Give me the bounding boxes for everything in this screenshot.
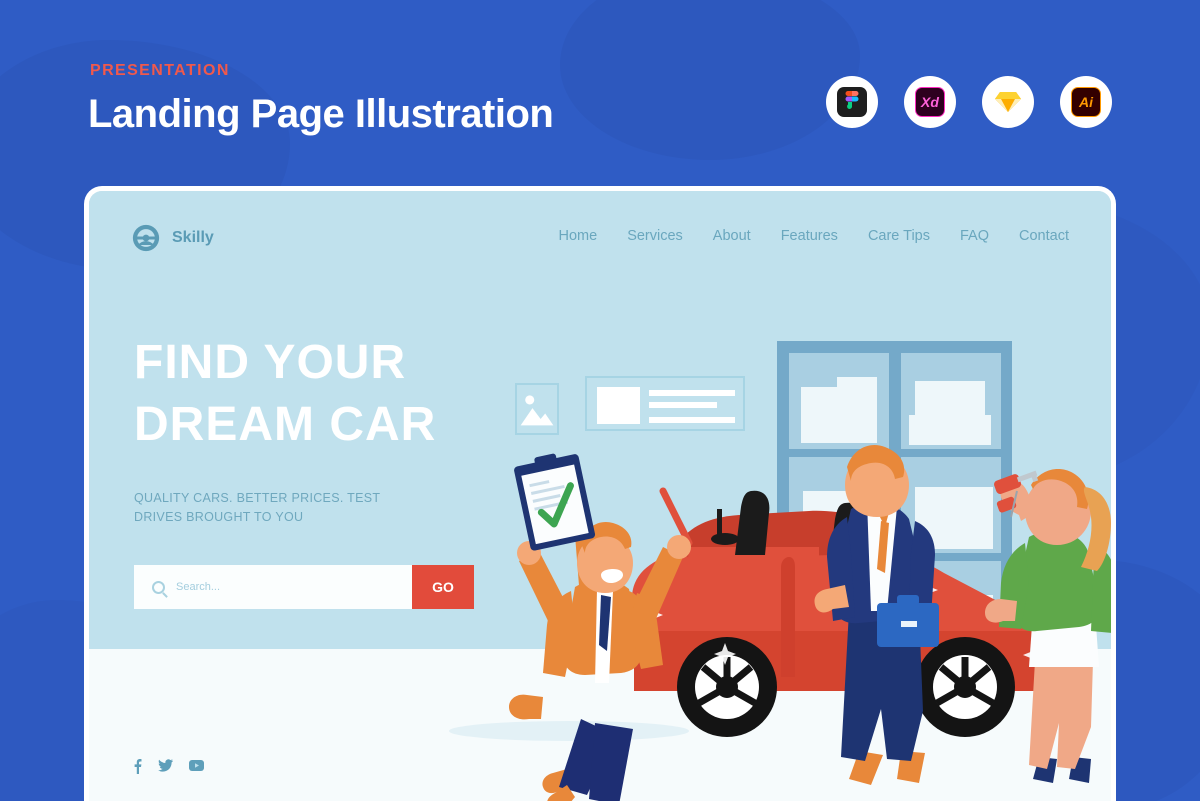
nav-item-faq[interactable]: FAQ <box>960 228 989 244</box>
badge-adobe-xd[interactable]: Xd <box>904 76 956 128</box>
badge-adobe-illustrator[interactable]: Ai <box>1060 76 1112 128</box>
nav-item-services[interactable]: Services <box>627 228 683 244</box>
facebook-icon[interactable] <box>133 759 142 777</box>
image-placeholder-icon <box>515 383 559 435</box>
nav-item-care-tips[interactable]: Care Tips <box>868 228 930 244</box>
nav-links: Home Services About Features Care Tips F… <box>559 228 1070 244</box>
go-button[interactable]: GO <box>412 565 474 609</box>
badge-sketch[interactable] <box>982 76 1034 128</box>
adobe-illustrator-icon: Ai <box>1071 87 1101 117</box>
landing-page-mockup: Skilly Home Services About Features Care… <box>84 186 1116 801</box>
page-title: Landing Page Illustration <box>88 92 554 136</box>
brand-name: Skilly <box>172 229 214 246</box>
twitter-icon[interactable] <box>158 759 174 777</box>
badge-figma[interactable] <box>826 76 878 128</box>
hero-heading: FIND YOUR DREAM CAR <box>134 332 436 456</box>
youtube-icon[interactable] <box>189 759 204 777</box>
steering-wheel-icon <box>132 224 160 252</box>
presentation-header: PRESENTATION Landing Page Illustration X… <box>0 0 1200 180</box>
adobe-xd-icon: Xd <box>915 87 945 117</box>
nav-item-about[interactable]: About <box>713 228 751 244</box>
search-icon <box>152 580 165 594</box>
card-text-line-1 <box>649 390 735 396</box>
search-input[interactable]: Search... <box>176 581 220 593</box>
nav-item-features[interactable]: Features <box>781 228 838 244</box>
tool-badge-list: Xd Ai <box>826 76 1112 128</box>
brand-logo[interactable]: Skilly <box>131 223 214 253</box>
nav-item-home[interactable]: Home <box>559 228 598 244</box>
header-kicker: PRESENTATION <box>90 62 230 79</box>
content-card-wireframe <box>585 376 745 431</box>
hero-heading-line-1: FIND YOUR <box>134 336 407 389</box>
hero-heading-line-2: DREAM CAR <box>134 398 437 451</box>
card-thumbnail-placeholder <box>597 387 640 424</box>
site-navbar: Skilly Home Services About Features Care… <box>89 215 1111 265</box>
search-bar[interactable]: Search... <box>134 565 424 609</box>
figma-icon <box>837 87 867 117</box>
card-text-line-2 <box>649 402 717 408</box>
nav-item-contact[interactable]: Contact <box>1019 228 1069 244</box>
card-text-line-3 <box>649 417 735 423</box>
hero-subtitle: QUALITY CARS. BETTER PRICES. TEST DRIVES… <box>134 491 381 524</box>
social-links <box>133 759 204 777</box>
sketch-icon <box>993 87 1023 117</box>
